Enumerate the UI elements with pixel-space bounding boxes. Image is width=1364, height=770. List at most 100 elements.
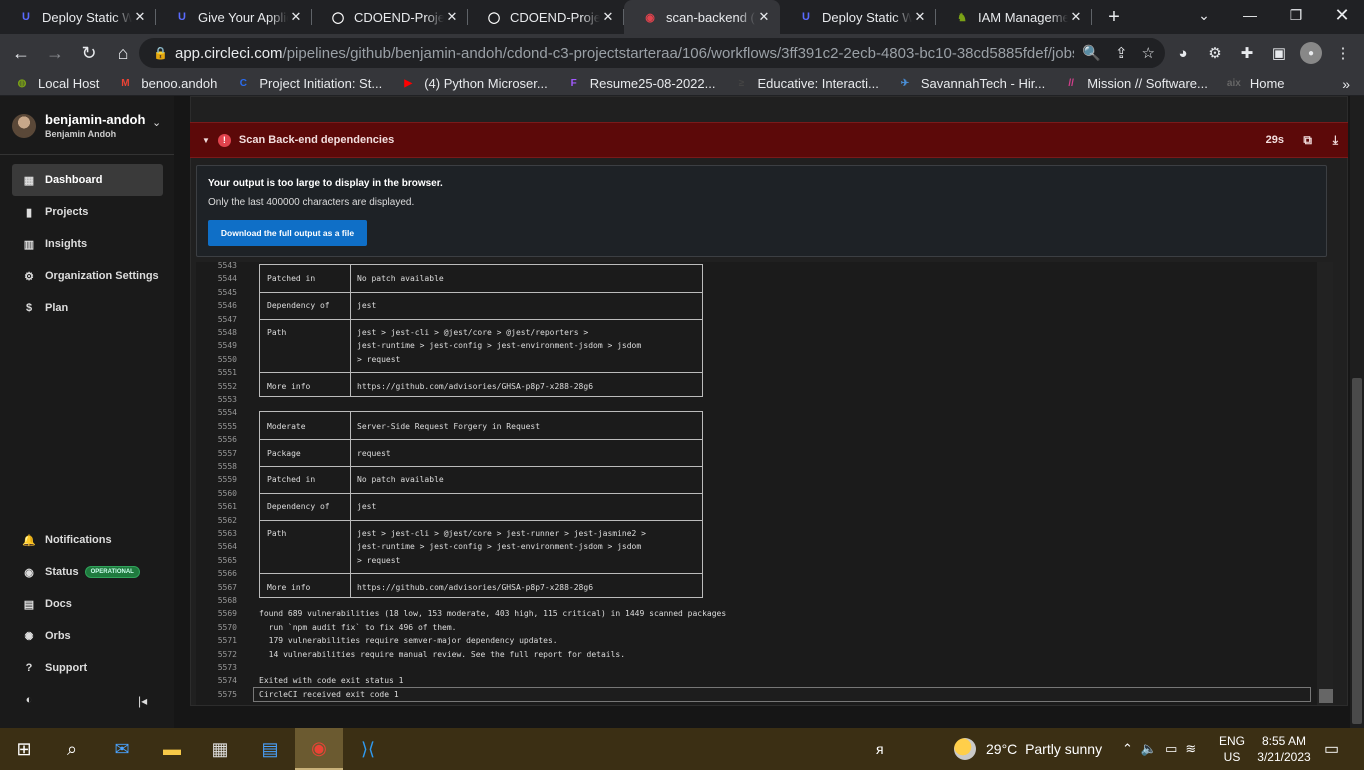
- bookmark-0[interactable]: ◍ Local Host: [14, 76, 100, 92]
- line-number: 5559: [217, 475, 237, 485]
- mail-icon[interactable]: ✉: [98, 728, 146, 770]
- sidebar-item-docs[interactable]: ▤ Docs: [12, 588, 163, 620]
- close-tab-icon[interactable]: ✕: [1068, 9, 1084, 25]
- bookmark-label: SavannahTech - Hir...: [920, 76, 1046, 91]
- close-tab-icon[interactable]: ✕: [288, 9, 304, 25]
- extensions-puzzle-icon[interactable]: ✚: [1236, 42, 1258, 64]
- sidebar-item-label: Support: [45, 662, 88, 674]
- settings-extension-icon[interactable]: ⚙: [1204, 42, 1226, 64]
- weather-widget[interactable]: 29°C Partly sunny: [954, 728, 1102, 770]
- store-icon[interactable]: ▦: [196, 728, 244, 770]
- line-number: 5573: [217, 663, 237, 672]
- step-header[interactable]: ▼ ! Scan Back-end dependencies 29s ⧉ ⤓: [190, 122, 1348, 158]
- start-windows-icon[interactable]: ⊞: [0, 728, 48, 770]
- tab-5[interactable]: U Deploy Static Web✕: [780, 0, 936, 34]
- address-bar[interactable]: 🔒 app.circleci.com/pipelines/github/benj…: [139, 38, 1165, 68]
- side-panel-icon[interactable]: ▣: [1268, 42, 1290, 64]
- sidebar-item-projects[interactable]: ▮ Projects: [12, 196, 163, 228]
- bookmark-4[interactable]: F Resume25-08-2022...: [566, 76, 716, 92]
- download-icon[interactable]: ⤓: [1333, 133, 1338, 148]
- restore-button[interactable]: ❐: [1273, 0, 1319, 30]
- table-value: jest: [357, 301, 377, 311]
- bookmarks-overflow-icon[interactable]: »: [1342, 76, 1350, 92]
- forward-button[interactable]: →: [38, 36, 72, 70]
- github-icon: ◯: [331, 11, 345, 24]
- notification-center-icon[interactable]: ▭: [1324, 728, 1339, 770]
- close-window-button[interactable]: ✕: [1319, 0, 1364, 30]
- table-value[interactable]: https://github.com/advisories/GHSA-p8p7-…: [357, 380, 593, 393]
- chevron-up-icon[interactable]: ⌃: [1122, 741, 1133, 757]
- search-icon[interactable]: ⌕: [48, 728, 96, 770]
- bookmark-7[interactable]: // Mission // Software...: [1063, 76, 1207, 92]
- sidebar-item-notifications[interactable]: 🔔 Notifications: [12, 524, 163, 556]
- chrome-icon[interactable]: ◉: [295, 728, 343, 770]
- bookmark-5[interactable]: ≥ Educative: Interacti...: [733, 76, 879, 92]
- vscode-icon[interactable]: ⟩⟨: [344, 728, 392, 770]
- share-icon[interactable]: ⇪: [1115, 44, 1128, 62]
- tab-0[interactable]: U Deploy Static Web✕: [0, 0, 156, 34]
- new-tab-button[interactable]: +: [1100, 3, 1128, 31]
- lock-icon: 🔒: [153, 46, 168, 60]
- line-number: 5550: [217, 354, 237, 364]
- terminal-scroll-thumb[interactable]: [1319, 689, 1333, 703]
- close-tab-icon[interactable]: ✕: [756, 9, 772, 25]
- reload-button[interactable]: ↻: [72, 36, 106, 70]
- tab-4[interactable]: ◉ scan-backend (8 ✕: [624, 0, 780, 34]
- sidebar-item-insights[interactable]: ▥ Insights: [12, 228, 163, 260]
- url-domain: app.circleci.com: [175, 44, 283, 62]
- news-icon[interactable]: ▤: [246, 728, 294, 770]
- bookmark-label: Local Host: [38, 76, 100, 91]
- tab-2[interactable]: ◯ CDOEND-Project✕: [312, 0, 468, 34]
- profile-avatar-icon[interactable]: ●: [1300, 42, 1322, 64]
- speaker-icon[interactable]: 🔈: [1141, 741, 1157, 757]
- people-icon[interactable]: ᴙ: [876, 728, 884, 770]
- sidebar-item-plan[interactable]: $ Plan: [12, 292, 163, 324]
- sidebar: benjamin-andoh Benjamin Andoh ⌄ ▦ Dashboa…: [0, 96, 174, 728]
- sidebar-item-status[interactable]: ◉ Status OPERATIONAL: [12, 556, 163, 588]
- bookmark-2[interactable]: C Project Initiation: St...: [235, 76, 382, 92]
- close-tab-icon[interactable]: ✕: [912, 9, 928, 25]
- page-scrollbar[interactable]: [1350, 96, 1364, 728]
- sidebar-item-support[interactable]: ? Support: [12, 652, 163, 684]
- page-scroll-thumb[interactable]: [1352, 378, 1362, 724]
- table-value[interactable]: https://github.com/advisories/GHSA-p8p7-…: [357, 581, 593, 594]
- menu-kebab-icon[interactable]: ⋮: [1332, 42, 1354, 64]
- close-tab-icon[interactable]: ✕: [444, 9, 460, 25]
- open-external-icon[interactable]: ⧉: [1303, 133, 1312, 148]
- date: 3/21/2023: [1257, 750, 1311, 764]
- language-indicator[interactable]: ENG US: [1219, 728, 1245, 770]
- incognito-extension-icon[interactable]: ◕: [1172, 42, 1194, 64]
- download-output-button[interactable]: Download the full output as a file: [208, 220, 367, 246]
- network-icon[interactable]: ▭: [1165, 741, 1177, 757]
- zoom-search-icon[interactable]: 🔍: [1082, 44, 1101, 62]
- sidebar-item-dashboard[interactable]: ▦ Dashboard: [12, 164, 163, 196]
- close-tab-icon[interactable]: ✕: [132, 9, 148, 25]
- close-tab-icon[interactable]: ✕: [600, 9, 616, 25]
- tab-title: CDOEND-Project: [510, 9, 600, 25]
- file-explorer-icon[interactable]: ▬: [148, 728, 196, 770]
- tab-3[interactable]: ◯ CDOEND-Project✕: [468, 0, 624, 34]
- bookmark-star-icon[interactable]: ☆: [1142, 44, 1155, 62]
- table-key: Patched in: [267, 274, 316, 284]
- line-number: 5545: [217, 287, 237, 297]
- sidebar-item-organization-settings[interactable]: ⚙ Organization Settings: [12, 260, 163, 292]
- terminal-scrollbar[interactable]: [1317, 262, 1333, 705]
- bookmark-6[interactable]: ✈ SavannahTech - Hir...: [897, 76, 1046, 92]
- line-number: 5570: [217, 622, 237, 632]
- bookmark-1[interactable]: Mbenoo.andoh: [117, 76, 217, 92]
- minimize-button[interactable]: —: [1227, 0, 1273, 30]
- clock[interactable]: 8:55 AM 3/21/2023: [1253, 728, 1315, 770]
- back-button[interactable]: ←: [4, 36, 38, 70]
- collapse-sidebar-icon[interactable]: |◂: [138, 694, 147, 708]
- tab-search-icon[interactable]: ⌄: [1181, 0, 1227, 30]
- bookmark-favicon-icon: M: [121, 78, 130, 89]
- sidebar-item-orbs[interactable]: ✺ Orbs: [12, 620, 163, 652]
- bookmark-3[interactable]: ▶ (4) Python Microser...: [400, 76, 547, 92]
- home-button[interactable]: ⌂: [106, 36, 140, 70]
- bookmark-8[interactable]: aix Home: [1226, 76, 1285, 92]
- user-switcher[interactable]: benjamin-andoh Benjamin Andoh ⌄: [12, 112, 172, 148]
- table-value: request: [357, 448, 391, 458]
- wifi-icon[interactable]: ≋: [1185, 741, 1196, 757]
- tab-6[interactable]: ♞ IAM Management✕: [936, 0, 1092, 34]
- tab-1[interactable]: U Give Your Application✕: [156, 0, 312, 34]
